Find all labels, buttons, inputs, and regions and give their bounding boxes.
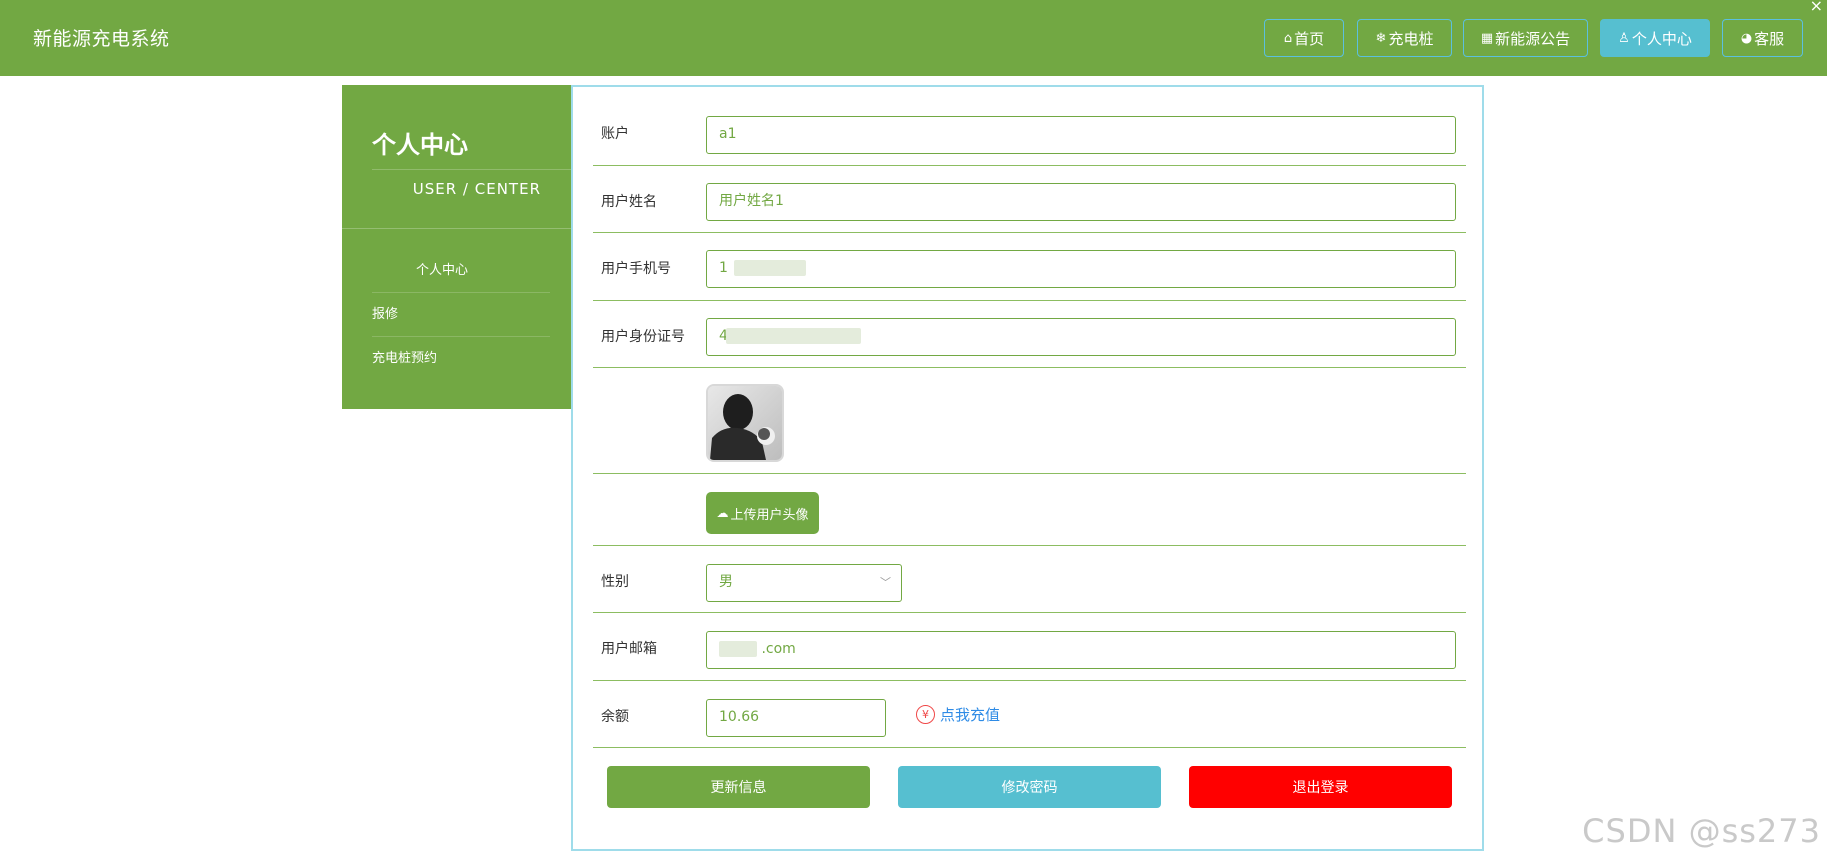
sidebar: 个人中心 USER / CENTER 个人中心 报修 充电桩预约 xyxy=(342,85,571,409)
nav-home-label: 首页 xyxy=(1294,29,1325,48)
id-card-label: 用户身份证号 xyxy=(601,329,685,345)
profile-form-panel: 账户 a1 用户姓名 用户姓名1 用户手机号 1 用户身份证号 4 ☁ 上传用户… xyxy=(571,85,1484,851)
name-input[interactable]: 用户姓名1 xyxy=(706,183,1456,221)
sidebar-item-repair[interactable]: 报修 xyxy=(372,293,550,337)
form-row-id-card: 用户身份证号 4 xyxy=(593,301,1466,368)
user-avatar xyxy=(706,384,784,462)
sidebar-title: 个人中心 xyxy=(372,131,468,159)
balance-label: 余额 xyxy=(601,709,629,725)
id-card-redacted-blur xyxy=(726,328,862,344)
nav-user-center-button[interactable]: ♙ 个人中心 xyxy=(1600,19,1710,57)
id-card-input[interactable]: 4 xyxy=(706,318,1456,356)
nav-home-button[interactable]: ⌂ 首页 xyxy=(1264,19,1344,57)
email-label: 用户邮箱 xyxy=(601,641,657,657)
nav-charging-pile-label: 充电桩 xyxy=(1388,29,1434,48)
nav-charging-pile-button[interactable]: ❄ 充电桩 xyxy=(1357,19,1452,57)
yen-icon: ¥ xyxy=(916,705,935,724)
phone-value: 1 xyxy=(719,260,728,276)
email-input[interactable]: .com xyxy=(706,631,1456,669)
cloud-upload-icon: ☁ xyxy=(716,506,729,520)
home-icon: ⌂ xyxy=(1283,30,1293,46)
nav-support-label: 客服 xyxy=(1754,29,1785,48)
snowflake-icon: ❄ xyxy=(1375,30,1387,46)
close-icon[interactable]: × xyxy=(1810,0,1823,15)
phone-redacted-blur xyxy=(734,260,807,276)
sidebar-divider xyxy=(342,228,571,229)
recharge-label: 点我充值 xyxy=(940,706,1001,724)
user-icon: ♙ xyxy=(1618,30,1630,46)
form-row-name: 用户姓名 用户姓名1 xyxy=(593,166,1466,233)
nav-support-button[interactable]: ◕ 客服 xyxy=(1722,19,1803,57)
support-icon: ◕ xyxy=(1740,30,1753,46)
form-row-email: 用户邮箱 .com xyxy=(593,613,1466,681)
sidebar-item-reservation[interactable]: 充电桩预约 xyxy=(372,337,550,381)
app-title: 新能源充电系统 xyxy=(33,28,170,50)
chevron-down-icon: ﹀ xyxy=(880,576,891,589)
form-row-account: 账户 a1 xyxy=(593,87,1466,166)
form-row-phone: 用户手机号 1 xyxy=(593,233,1466,301)
csdn-watermark: CSDN @ss273 xyxy=(1582,812,1821,850)
sidebar-subtitle: USER / CENTER xyxy=(372,169,571,198)
bulletin-icon: ▦ xyxy=(1480,30,1494,46)
avatar-image xyxy=(708,386,782,460)
name-label: 用户姓名 xyxy=(601,194,657,210)
sidebar-item-user-center[interactable]: 个人中心 xyxy=(372,249,550,293)
email-redacted-blur xyxy=(719,641,757,657)
form-row-gender: 性别 男 ﹀ xyxy=(593,546,1466,613)
form-row-upload: ☁ 上传用户头像 xyxy=(593,474,1466,546)
account-label: 账户 xyxy=(601,126,629,142)
account-input[interactable]: a1 xyxy=(706,116,1456,154)
nav-announcement-label: 新能源公告 xyxy=(1495,29,1571,48)
recharge-link[interactable]: ¥ 点我充值 xyxy=(916,704,1000,725)
gender-label: 性别 xyxy=(601,574,629,590)
email-value: .com xyxy=(761,641,796,657)
form-row-avatar xyxy=(593,368,1466,474)
upload-avatar-button[interactable]: ☁ 上传用户头像 xyxy=(706,492,819,534)
form-row-balance: 余额 10.66 ¥ 点我充值 xyxy=(593,681,1466,748)
upload-avatar-label: 上传用户头像 xyxy=(730,507,809,523)
top-navbar: 新能源充电系统 ⌂ 首页 ❄ 充电桩 ▦ 新能源公告 ♙ 个人中心 ◕ 客服 × xyxy=(0,0,1827,76)
nav-user-center-label: 个人中心 xyxy=(1631,29,1692,48)
gender-select[interactable]: 男 ﹀ xyxy=(706,564,902,602)
phone-label: 用户手机号 xyxy=(601,261,671,277)
logout-button[interactable]: 退出登录 xyxy=(1189,766,1452,808)
nav-announcement-button[interactable]: ▦ 新能源公告 xyxy=(1463,19,1588,57)
change-password-button[interactable]: 修改密码 xyxy=(898,766,1161,808)
gender-value: 男 xyxy=(719,574,733,590)
update-info-button[interactable]: 更新信息 xyxy=(607,766,870,808)
balance-input[interactable]: 10.66 xyxy=(706,699,886,737)
phone-input[interactable]: 1 xyxy=(706,250,1456,288)
